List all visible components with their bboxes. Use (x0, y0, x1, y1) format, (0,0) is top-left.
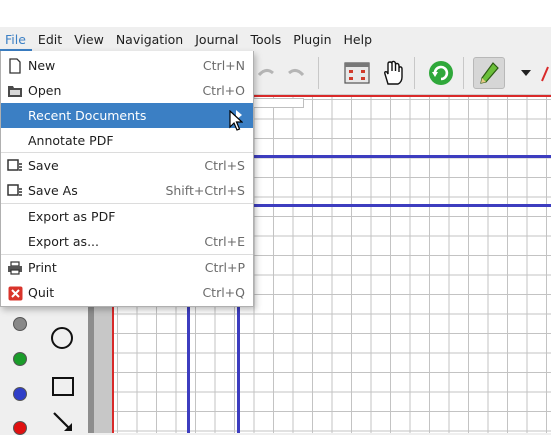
menu-navigation[interactable]: Navigation (110, 27, 189, 51)
quit-icon (7, 285, 23, 301)
color-blue-swatch[interactable] (13, 387, 27, 401)
ink-stroke-1 (254, 155, 551, 158)
rectangle-tool-icon[interactable] (50, 374, 76, 400)
pen-tool-icon[interactable] (473, 57, 505, 89)
window-top-strip (0, 0, 551, 27)
mouse-pointer-icon (229, 110, 243, 132)
color-green-swatch[interactable] (13, 352, 27, 366)
save-icon (7, 158, 23, 174)
menu-item-annotate-pdf[interactable]: Annotate PDF (1, 128, 253, 153)
file-menu-dropdown: New Ctrl+N Open Ctrl+O Recent Documents … (0, 51, 254, 307)
open-folder-icon (7, 83, 23, 99)
save-as-icon (7, 183, 23, 199)
menu-item-recent-documents[interactable]: Recent Documents (1, 103, 253, 128)
color-gray-swatch[interactable] (13, 317, 27, 331)
circle-tool-icon[interactable] (49, 325, 75, 351)
selection-box (248, 98, 304, 108)
ink-stroke-4 (237, 306, 240, 433)
menu-item-export-pdf[interactable]: Export as PDF (1, 204, 253, 229)
hand-tool-icon[interactable] (376, 57, 408, 89)
refresh-icon[interactable] (425, 57, 457, 89)
menu-item-save[interactable]: Save Ctrl+S (1, 153, 253, 178)
menu-item-quit[interactable]: Quit Ctrl+Q (1, 280, 253, 305)
menu-item-export-as[interactable]: Export as... Ctrl+E (1, 229, 253, 254)
redo-icon[interactable] (280, 57, 312, 89)
menu-help[interactable]: Help (338, 27, 379, 51)
undo-icon[interactable] (250, 57, 282, 89)
menu-file[interactable]: File (0, 27, 32, 51)
menu-edit[interactable]: Edit (32, 27, 68, 51)
partial-tool-icon[interactable] (538, 57, 551, 89)
menu-view[interactable]: View (68, 27, 110, 51)
menu-item-print[interactable]: Print Ctrl+P (1, 255, 253, 280)
fullscreen-icon[interactable] (341, 57, 373, 89)
menu-journal[interactable]: Journal (189, 27, 244, 51)
menubar: File Edit View Navigation Journal Tools … (0, 27, 551, 51)
ink-stroke-2 (254, 204, 551, 207)
menu-tools[interactable]: Tools (244, 27, 287, 51)
new-document-icon (7, 58, 23, 74)
arrow-tool-icon[interactable] (50, 409, 76, 435)
menu-item-save-as[interactable]: Save As Shift+Ctrl+S (1, 178, 253, 203)
printer-icon (7, 260, 23, 276)
menu-item-open[interactable]: Open Ctrl+O (1, 78, 253, 103)
menu-item-new[interactable]: New Ctrl+N (1, 53, 253, 78)
menu-plugin[interactable]: Plugin (287, 27, 337, 51)
ink-stroke-3 (187, 306, 190, 433)
